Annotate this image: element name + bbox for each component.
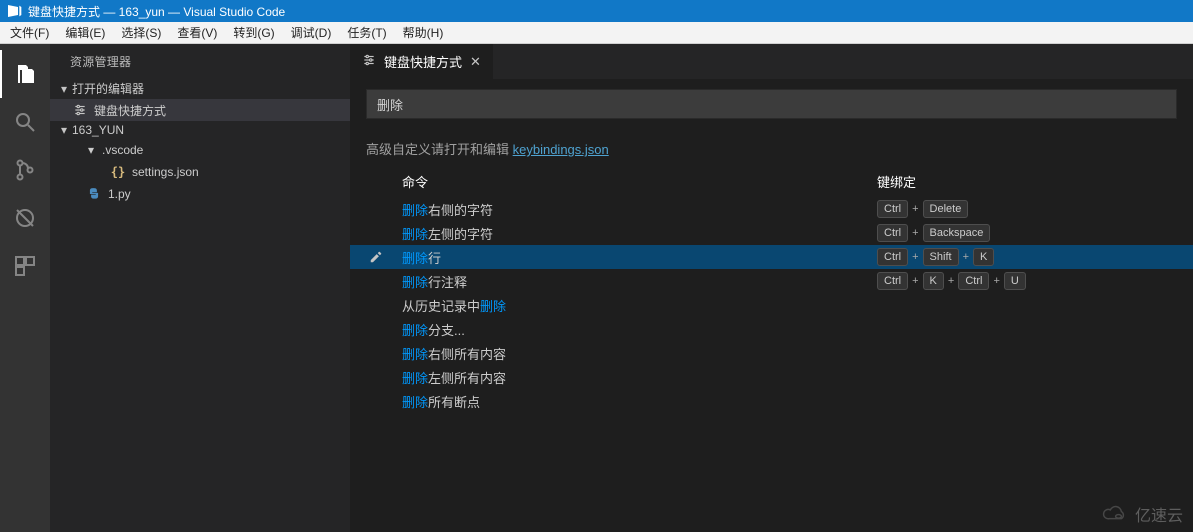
keybinding-row[interactable]: 删除所有断点	[350, 389, 1193, 413]
keybinding-search-input[interactable]: 删除	[366, 89, 1177, 119]
keybinding-list: 删除右侧的字符Ctrl+Delete删除左侧的字符Ctrl+Backspace删…	[350, 197, 1193, 413]
file-row[interactable]: 1.py	[50, 183, 350, 205]
key-chip: K	[923, 272, 944, 290]
chevron-down-icon: ▾	[56, 82, 72, 96]
edit-icon[interactable]	[366, 250, 386, 264]
debug-icon[interactable]	[0, 194, 50, 242]
command-label: 删除行	[386, 248, 877, 267]
menu-item[interactable]: 任务(T)	[339, 22, 394, 43]
menu-item[interactable]: 转到(G)	[225, 22, 282, 43]
command-label: 删除分支...	[386, 320, 877, 339]
sidebar-header: 资源管理器	[50, 44, 350, 78]
key-chip: Ctrl	[877, 272, 908, 290]
key-chip: Delete	[923, 200, 969, 218]
open-editors-header[interactable]: ▾ 打开的编辑器	[50, 78, 350, 99]
keybinding-row[interactable]: 删除行Ctrl + Shift + K	[350, 245, 1193, 269]
tab-label: 键盘快捷方式	[384, 52, 462, 71]
key-separator: +	[993, 275, 999, 287]
menu-item[interactable]: 选择(S)	[113, 22, 169, 43]
keybinding-row[interactable]: 删除左侧所有内容	[350, 365, 1193, 389]
file-row[interactable]: {} settings.json	[50, 161, 350, 183]
json-icon: {}	[110, 164, 126, 180]
advanced-hint: 高级自定义请打开和编辑 keybindings.json	[350, 135, 1193, 168]
tab-bar: 键盘快捷方式 ✕	[350, 44, 1193, 79]
command-label: 删除行注释	[386, 272, 877, 291]
keybinding-header: 命令 键绑定	[350, 168, 1193, 197]
open-editor-label: 键盘快捷方式	[94, 102, 166, 119]
key-chip: K	[973, 248, 994, 266]
menu-item[interactable]: 调试(D)	[283, 22, 340, 43]
menu-item[interactable]: 帮助(H)	[395, 22, 452, 43]
keybinding-row[interactable]: 删除右侧所有内容	[350, 341, 1193, 365]
key-chip: Ctrl	[958, 272, 989, 290]
command-label: 删除右侧所有内容	[386, 344, 877, 363]
close-icon[interactable]: ✕	[470, 54, 481, 70]
command-label: 删除右侧的字符	[386, 200, 877, 219]
folder-row[interactable]: ▾ .vscode	[50, 139, 350, 161]
settings-editor-icon	[72, 102, 88, 118]
settings-editor-icon	[362, 53, 376, 70]
workspace-section: ▾ 163_YUN ▾ .vscode {} settings.json 1.p…	[50, 121, 350, 205]
keybinding-row[interactable]: 从历史记录中删除	[350, 293, 1193, 317]
key-chip: Ctrl	[877, 200, 908, 218]
command-label: 删除左侧的字符	[386, 224, 877, 243]
command-label: 删除左侧所有内容	[386, 368, 877, 387]
search-text: 删除	[377, 95, 403, 114]
workspace-header[interactable]: ▾ 163_YUN	[50, 121, 350, 139]
window-titlebar: 键盘快捷方式 — 163_yun — Visual Studio Code	[0, 0, 1193, 22]
extensions-icon[interactable]	[0, 242, 50, 290]
keybinding-keys: Ctrl + Backspace	[877, 224, 1177, 242]
menu-item[interactable]: 文件(F)	[2, 22, 57, 43]
open-editors-label: 打开的编辑器	[72, 80, 144, 97]
file-label: settings.json	[132, 165, 199, 179]
command-label: 从历史记录中删除	[386, 296, 877, 315]
key-separator: +	[912, 275, 918, 287]
keybindings-json-link[interactable]: keybindings.json	[513, 142, 609, 157]
key-separator: +	[912, 251, 918, 263]
chevron-down-icon: ▾	[88, 143, 102, 157]
menu-item[interactable]: 编辑(E)	[57, 22, 113, 43]
app-icon	[6, 3, 22, 19]
window-title: 键盘快捷方式 — 163_yun — Visual Studio Code	[28, 3, 285, 20]
key-separator: +	[948, 275, 954, 287]
keybinding-keys: Ctrl + Delete	[877, 200, 1177, 218]
open-editor-item[interactable]: 键盘快捷方式	[50, 99, 350, 121]
key-separator: +	[912, 203, 918, 215]
keybinding-row[interactable]: 删除分支...	[350, 317, 1193, 341]
keybinding-row[interactable]: 删除右侧的字符Ctrl + Delete	[350, 197, 1193, 221]
keybinding-row[interactable]: 删除左侧的字符Ctrl + Backspace	[350, 221, 1193, 245]
key-chip: Ctrl	[877, 248, 908, 266]
key-chip: Ctrl	[877, 224, 908, 242]
key-separator: +	[912, 227, 918, 239]
command-label: 删除所有断点	[386, 392, 877, 411]
header-command: 命令	[366, 172, 877, 191]
workspace-label: 163_YUN	[72, 123, 124, 137]
editor-area: 键盘快捷方式 ✕ 删除 高级自定义请打开和编辑 keybindings.json…	[350, 44, 1193, 532]
header-keybinding: 键绑定	[877, 172, 1177, 191]
keybinding-row[interactable]: 删除行注释Ctrl+K+Ctrl+U	[350, 269, 1193, 293]
python-icon	[86, 186, 102, 202]
activitybar	[0, 44, 50, 532]
sidebar: 资源管理器 ▾ 打开的编辑器 键盘快捷方式 ▾ 163_YUN ▾ .vscod…	[50, 44, 350, 532]
explorer-icon[interactable]	[0, 50, 50, 98]
keybinding-keys: Ctrl + Shift + K	[877, 248, 1177, 266]
search-icon[interactable]	[0, 98, 50, 146]
folder-label: .vscode	[102, 143, 143, 157]
key-chip: Backspace	[923, 224, 991, 242]
menu-item[interactable]: 查看(V)	[169, 22, 225, 43]
watermark: 亿速云	[1101, 502, 1183, 526]
keybinding-keys: Ctrl + K + Ctrl + U	[877, 272, 1177, 290]
key-chip: Shift	[923, 248, 959, 266]
menubar: 文件(F)编辑(E)选择(S)查看(V)转到(G)调试(D)任务(T)帮助(H)	[0, 22, 1193, 44]
chevron-down-icon: ▾	[56, 123, 72, 137]
watermark-text: 亿速云	[1135, 502, 1183, 526]
tab-keyboard-shortcuts[interactable]: 键盘快捷方式 ✕	[350, 44, 493, 79]
hint-prefix: 高级自定义请打开和编辑	[366, 142, 513, 157]
open-editors-section: ▾ 打开的编辑器 键盘快捷方式	[50, 78, 350, 121]
key-chip: U	[1004, 272, 1026, 290]
source-control-icon[interactable]	[0, 146, 50, 194]
key-separator: +	[963, 251, 969, 263]
file-label: 1.py	[108, 187, 131, 201]
